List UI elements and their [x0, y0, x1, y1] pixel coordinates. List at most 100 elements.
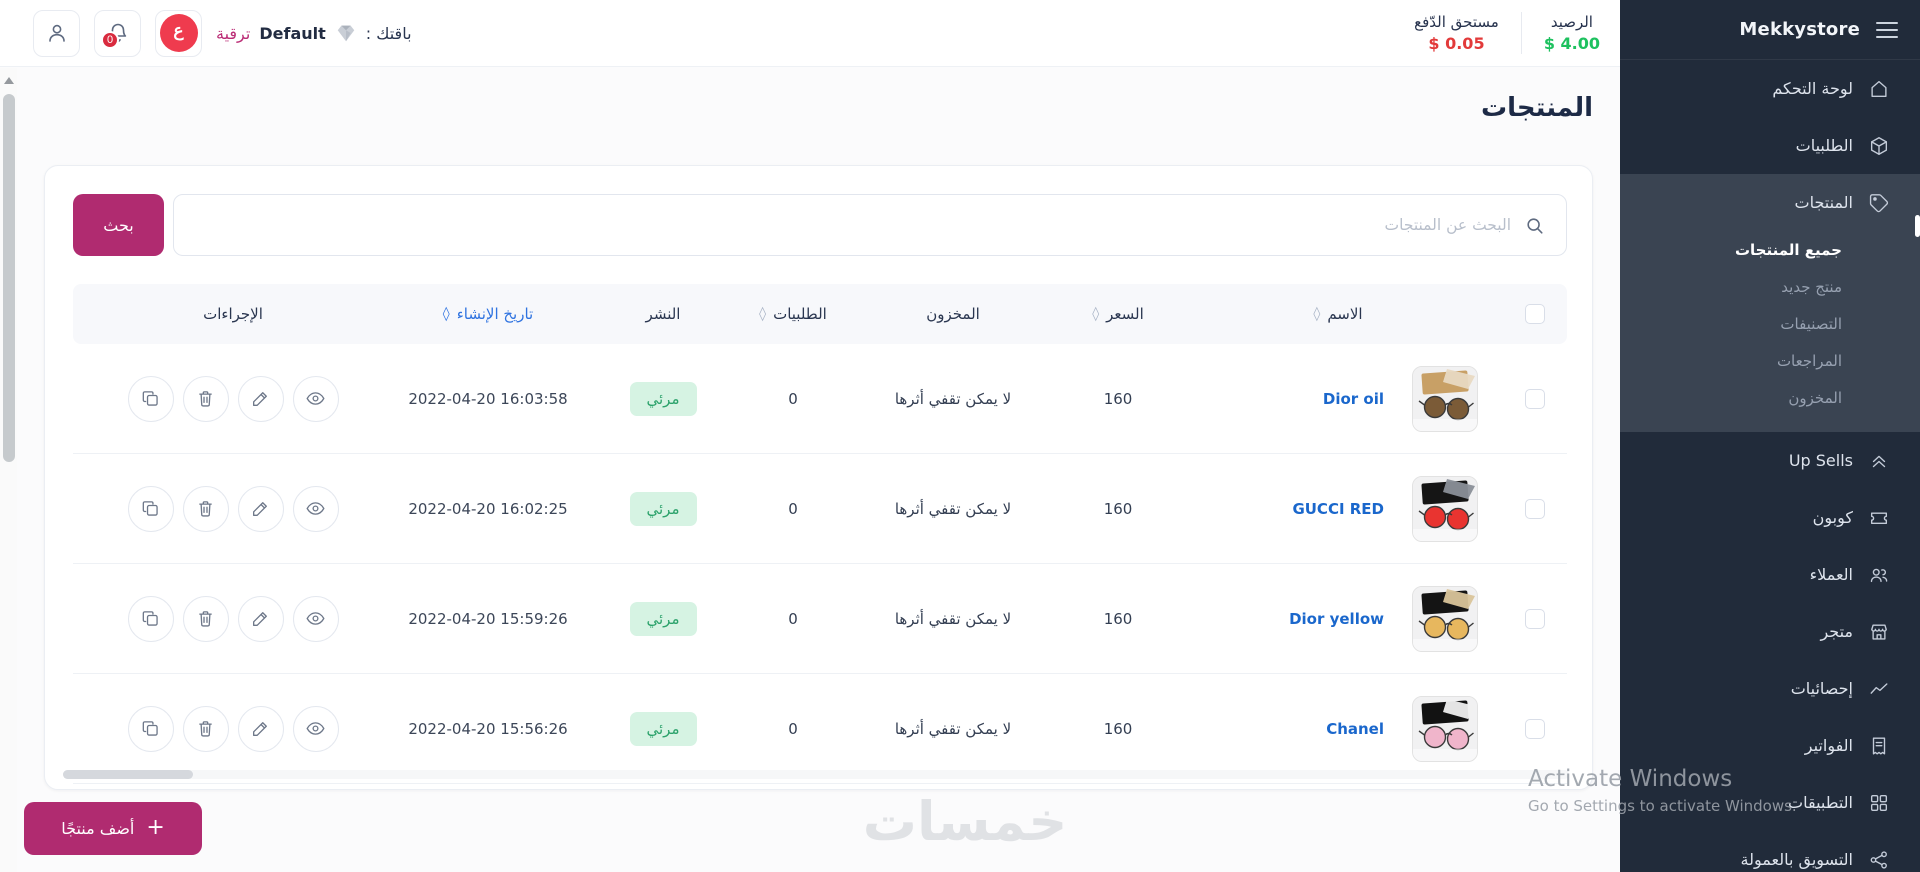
- column-header-actions: الإجراءات: [73, 305, 393, 323]
- product-image: [1412, 365, 1478, 432]
- table-hscrollbar-track[interactable]: [63, 770, 1569, 779]
- row-checkbox[interactable]: [1525, 498, 1545, 519]
- row-checkbox-cell: [1503, 718, 1567, 739]
- select-all-checkbox[interactable]: [1525, 304, 1545, 324]
- product-name-link[interactable]: GUCCI RED: [1292, 500, 1384, 518]
- actions-cell: [73, 485, 393, 532]
- edit-button[interactable]: [237, 705, 284, 752]
- sidebar: Mekkystore لوحة التحكم الطلبيات المنتجات جم…: [1620, 0, 1920, 872]
- status-badge: مرئي: [629, 601, 697, 636]
- products-table: الاسم ◊ السعر ◊ المخزون الطلبيات ◊ النشر تاريخ ا…: [73, 284, 1567, 784]
- delete-button[interactable]: [182, 705, 229, 752]
- duplicate-button[interactable]: [127, 375, 174, 422]
- row-checkbox-cell: [1503, 498, 1567, 519]
- column-header-created[interactable]: تاريخ الإنشاء ◊: [393, 305, 583, 323]
- edit-button[interactable]: [237, 595, 284, 642]
- status-cell: مرئي: [583, 491, 743, 526]
- sidebar-item-label: التسويق بالعمولة: [1740, 850, 1853, 869]
- scrollbar-up-arrow-icon[interactable]: [3, 77, 14, 84]
- sidebar-item-label: العملاء: [1809, 565, 1853, 584]
- delete-button[interactable]: [182, 375, 229, 422]
- delete-button[interactable]: [182, 595, 229, 642]
- sidebar-item-upsells[interactable]: Up Sells: [1620, 432, 1920, 489]
- stock-cell: لا يمكن تقفي أثرها: [894, 719, 1012, 738]
- product-name-cell: GUCCI RED: [1173, 475, 1503, 542]
- sidebar-item-statistics[interactable]: إحصائيات: [1620, 660, 1920, 717]
- table-hscrollbar-thumb[interactable]: [63, 770, 193, 779]
- row-checkbox[interactable]: [1525, 388, 1545, 409]
- trash-icon: [195, 388, 216, 409]
- divider: [1520, 12, 1522, 54]
- sidebar-item-inventory[interactable]: المخزون: [1620, 379, 1920, 416]
- sidebar-item-all-products[interactable]: جميع المنتجات: [1620, 231, 1920, 268]
- sidebar-item-customers[interactable]: العملاء: [1620, 546, 1920, 603]
- sidebar-item-store[interactable]: متجر: [1620, 603, 1920, 660]
- edit-button[interactable]: [237, 485, 284, 532]
- sidebar-item-affiliate[interactable]: التسويق بالعمولة: [1620, 831, 1920, 872]
- chevrons-up-icon: [1868, 450, 1890, 472]
- product-name-cell: Dior oil: [1173, 365, 1503, 432]
- hamburger-menu-icon[interactable]: [1876, 21, 1898, 38]
- sidebar-item-apps[interactable]: التطبيقات: [1620, 774, 1920, 831]
- row-checkbox[interactable]: [1525, 608, 1545, 629]
- pencil-icon: [250, 498, 271, 519]
- copy-icon: [140, 498, 161, 519]
- status-cell: مرئي: [583, 381, 743, 416]
- column-header-label: المخزون: [926, 305, 980, 323]
- column-header-price[interactable]: السعر ◊: [1063, 305, 1173, 323]
- column-header-publish: النشر: [583, 305, 743, 323]
- edit-button[interactable]: [237, 375, 284, 422]
- page-scrollbar[interactable]: [0, 68, 17, 872]
- sidebar-scrollbar-thumb[interactable]: [1915, 215, 1920, 237]
- sort-icon: ◊: [1092, 306, 1100, 322]
- sidebar-item-products[interactable]: المنتجات: [1620, 174, 1920, 231]
- sidebar-item-new-product[interactable]: منتج جديد: [1620, 268, 1920, 305]
- sidebar-item-coupon[interactable]: كوبون: [1620, 489, 1920, 546]
- language-button[interactable]: ع: [155, 9, 202, 57]
- product-name-link[interactable]: Dior oil: [1323, 390, 1384, 408]
- orders-cell: 0: [788, 609, 798, 628]
- add-product-button[interactable]: + أضف منتجًا: [24, 802, 202, 855]
- column-header-stock: المخزون: [843, 305, 1063, 323]
- page-scrollbar-thumb[interactable]: [2, 94, 15, 462]
- sidebar-item-invoices[interactable]: الفواتير: [1620, 717, 1920, 774]
- upgrade-link[interactable]: ترقية: [216, 24, 250, 43]
- duplicate-button[interactable]: [127, 595, 174, 642]
- products-card: بحث الاسم ◊ السعر ◊ المخزون الطلبيات ◊ النشر تار…: [44, 165, 1593, 790]
- stock-cell: لا يمكن تقفي أثرها: [894, 609, 1012, 628]
- view-button[interactable]: [292, 705, 339, 752]
- table-header-row: الاسم ◊ السعر ◊ المخزون الطلبيات ◊ النشر تاريخ ا…: [73, 284, 1567, 344]
- due-value: 0.05 $: [1428, 34, 1485, 53]
- sidebar-item-reviews[interactable]: المراجعات: [1620, 342, 1920, 379]
- notification-count-badge: 0: [101, 30, 119, 49]
- plan-prefix: باقتك :: [365, 23, 412, 43]
- receipt-icon: [1868, 735, 1890, 757]
- sidebar-item-orders[interactable]: الطلبيات: [1620, 117, 1920, 174]
- view-button[interactable]: [292, 375, 339, 422]
- duplicate-button[interactable]: [127, 705, 174, 752]
- balance-block: الرصيد 4.00 $: [1544, 13, 1600, 53]
- eye-icon: [305, 388, 326, 409]
- sort-icon: ◊: [1313, 306, 1321, 322]
- eye-icon: [305, 718, 326, 739]
- search-button[interactable]: بحث: [73, 194, 164, 256]
- product-name-link[interactable]: Dior yellow: [1289, 610, 1384, 628]
- column-header-orders[interactable]: الطلبيات ◊: [743, 305, 843, 323]
- delete-button[interactable]: [182, 485, 229, 532]
- notifications-button[interactable]: 0: [94, 9, 141, 57]
- duplicate-button[interactable]: [127, 485, 174, 532]
- sort-icon: ◊: [759, 306, 767, 322]
- sidebar-item-categories[interactable]: التصنيفات: [1620, 305, 1920, 342]
- product-name-link[interactable]: Chanel: [1326, 720, 1384, 738]
- column-header-name[interactable]: الاسم ◊: [1173, 305, 1503, 323]
- view-button[interactable]: [292, 595, 339, 642]
- sidebar-item-dashboard[interactable]: لوحة التحكم: [1620, 60, 1920, 117]
- balance-label: الرصيد: [1550, 13, 1593, 31]
- main-content: المنتجات بحث الاسم ◊ السعر ◊ المخزون الطلبيات…: [0, 67, 1620, 872]
- table-row: GUCCI RED 160 لا يمكن تقفي أثرها 0 مرئي 16:02…: [73, 454, 1567, 564]
- search-input[interactable]: [195, 216, 1511, 234]
- account-button[interactable]: [33, 9, 80, 57]
- view-button[interactable]: [292, 485, 339, 532]
- product-image: [1412, 695, 1478, 762]
- row-checkbox[interactable]: [1525, 718, 1545, 739]
